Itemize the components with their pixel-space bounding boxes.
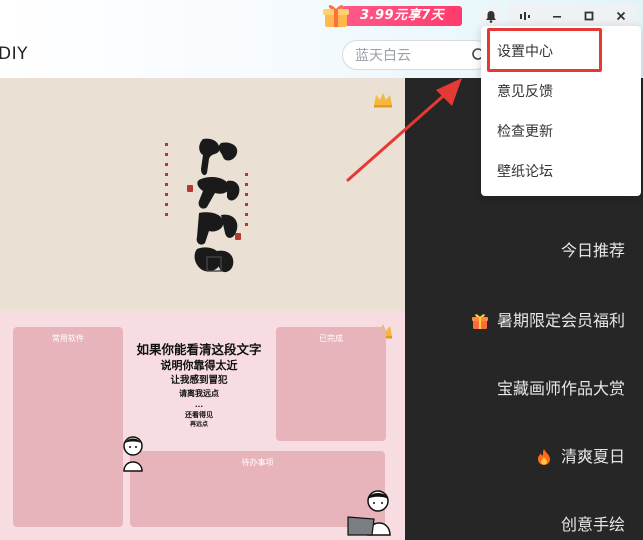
gift-icon: [471, 314, 488, 329]
search-box: [342, 40, 490, 70]
menu-item-check-update[interactable]: 检查更新: [481, 112, 641, 152]
gift-box-icon: [323, 5, 349, 27]
bell-icon: [486, 10, 496, 23]
fire-icon: [537, 449, 550, 465]
equalizer-icon: [520, 12, 530, 20]
search-input[interactable]: [355, 46, 467, 66]
settings-dropdown-menu: 设置中心 意见反馈 检查更新 壁纸论坛: [481, 26, 641, 196]
organizer-box-software: 常用软件: [13, 327, 123, 527]
category-today[interactable]: 今日推荐: [561, 236, 625, 266]
maximize-button[interactable]: [573, 4, 605, 28]
organizer-box-done: 已完成: [276, 327, 386, 441]
window-controls: [509, 4, 637, 28]
cartoon-laptop-icon: [347, 490, 391, 536]
calligraphy-artwork: [165, 138, 248, 273]
menu-item-feedback[interactable]: 意见反馈: [481, 72, 641, 112]
category-creative-handdrawn[interactable]: 创意手绘: [561, 510, 625, 540]
category-cool-summer[interactable]: 清爽夏日: [535, 442, 625, 472]
cartoon-character-icon: [123, 436, 143, 472]
category-artist-showcase[interactable]: 宝藏画师作品大赏: [497, 374, 625, 404]
menu-item-settings[interactable]: 设置中心: [481, 32, 641, 72]
brand-title: DIY: [0, 44, 28, 64]
wallpaper-poem: 如果你能看清这段文字 说明你靠得太近 让我感到冒犯 请离我远点 ... 还看得见…: [136, 342, 262, 428]
wallpaper-card-calligraphy[interactable]: [0, 78, 405, 311]
menu-item-forum[interactable]: 壁纸论坛: [481, 152, 641, 192]
notification-button[interactable]: [480, 5, 502, 27]
minimize-button[interactable]: [541, 4, 573, 28]
vip-crown-icon: [374, 93, 392, 108]
category-summer-vip[interactable]: 暑期限定会员福利: [471, 306, 625, 336]
minimize-icon: [553, 16, 561, 18]
vip-promo-banner[interactable]: 3.99元享7天: [322, 2, 464, 28]
promo-text: 3.99元享7天: [342, 6, 462, 26]
wallpaper-card-organizer[interactable]: 常用软件 已完成 待办事项 如果你能看清这段文字 说明你靠得太近 让我感到冒犯 …: [0, 311, 405, 540]
close-button[interactable]: [605, 4, 637, 28]
menu-button[interactable]: [509, 4, 541, 28]
maximize-icon: [584, 11, 594, 21]
close-icon: [616, 11, 626, 21]
